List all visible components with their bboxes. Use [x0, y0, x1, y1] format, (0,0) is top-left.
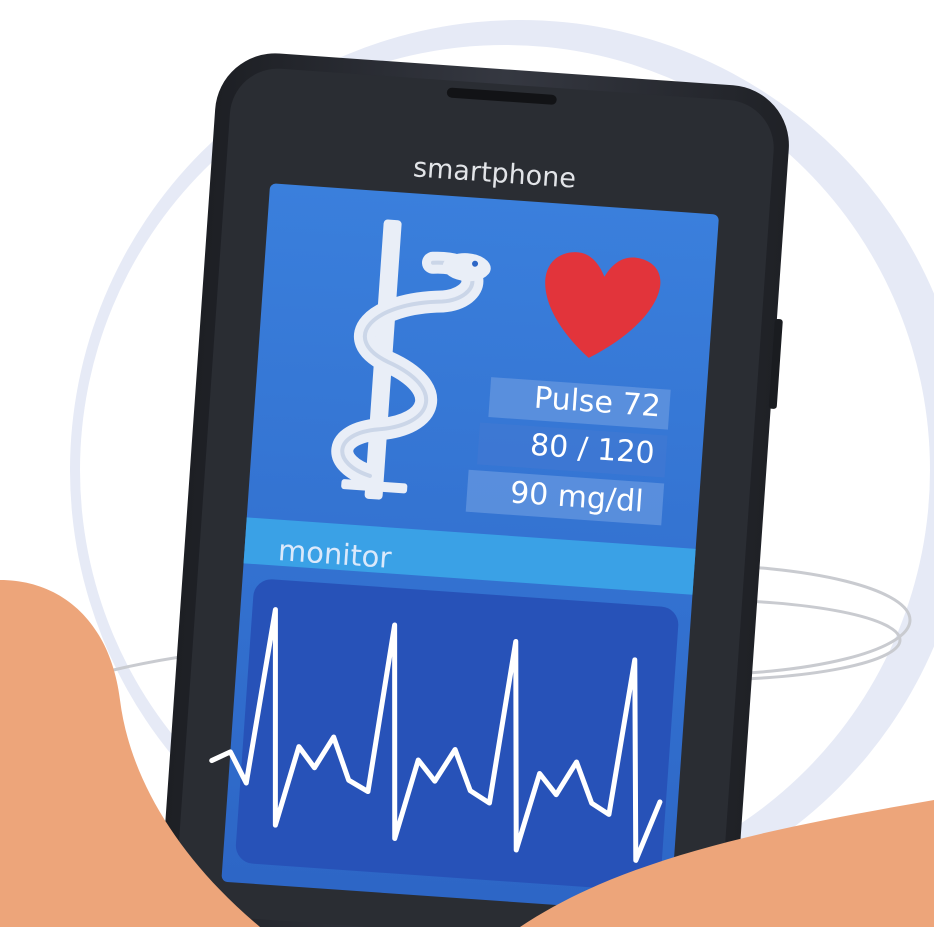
illustration	[0, 20, 934, 927]
waveform-panel	[235, 579, 679, 891]
scene: smartphone Pulse 72 80 / 120 90 mg/dl mo…	[0, 0, 934, 927]
